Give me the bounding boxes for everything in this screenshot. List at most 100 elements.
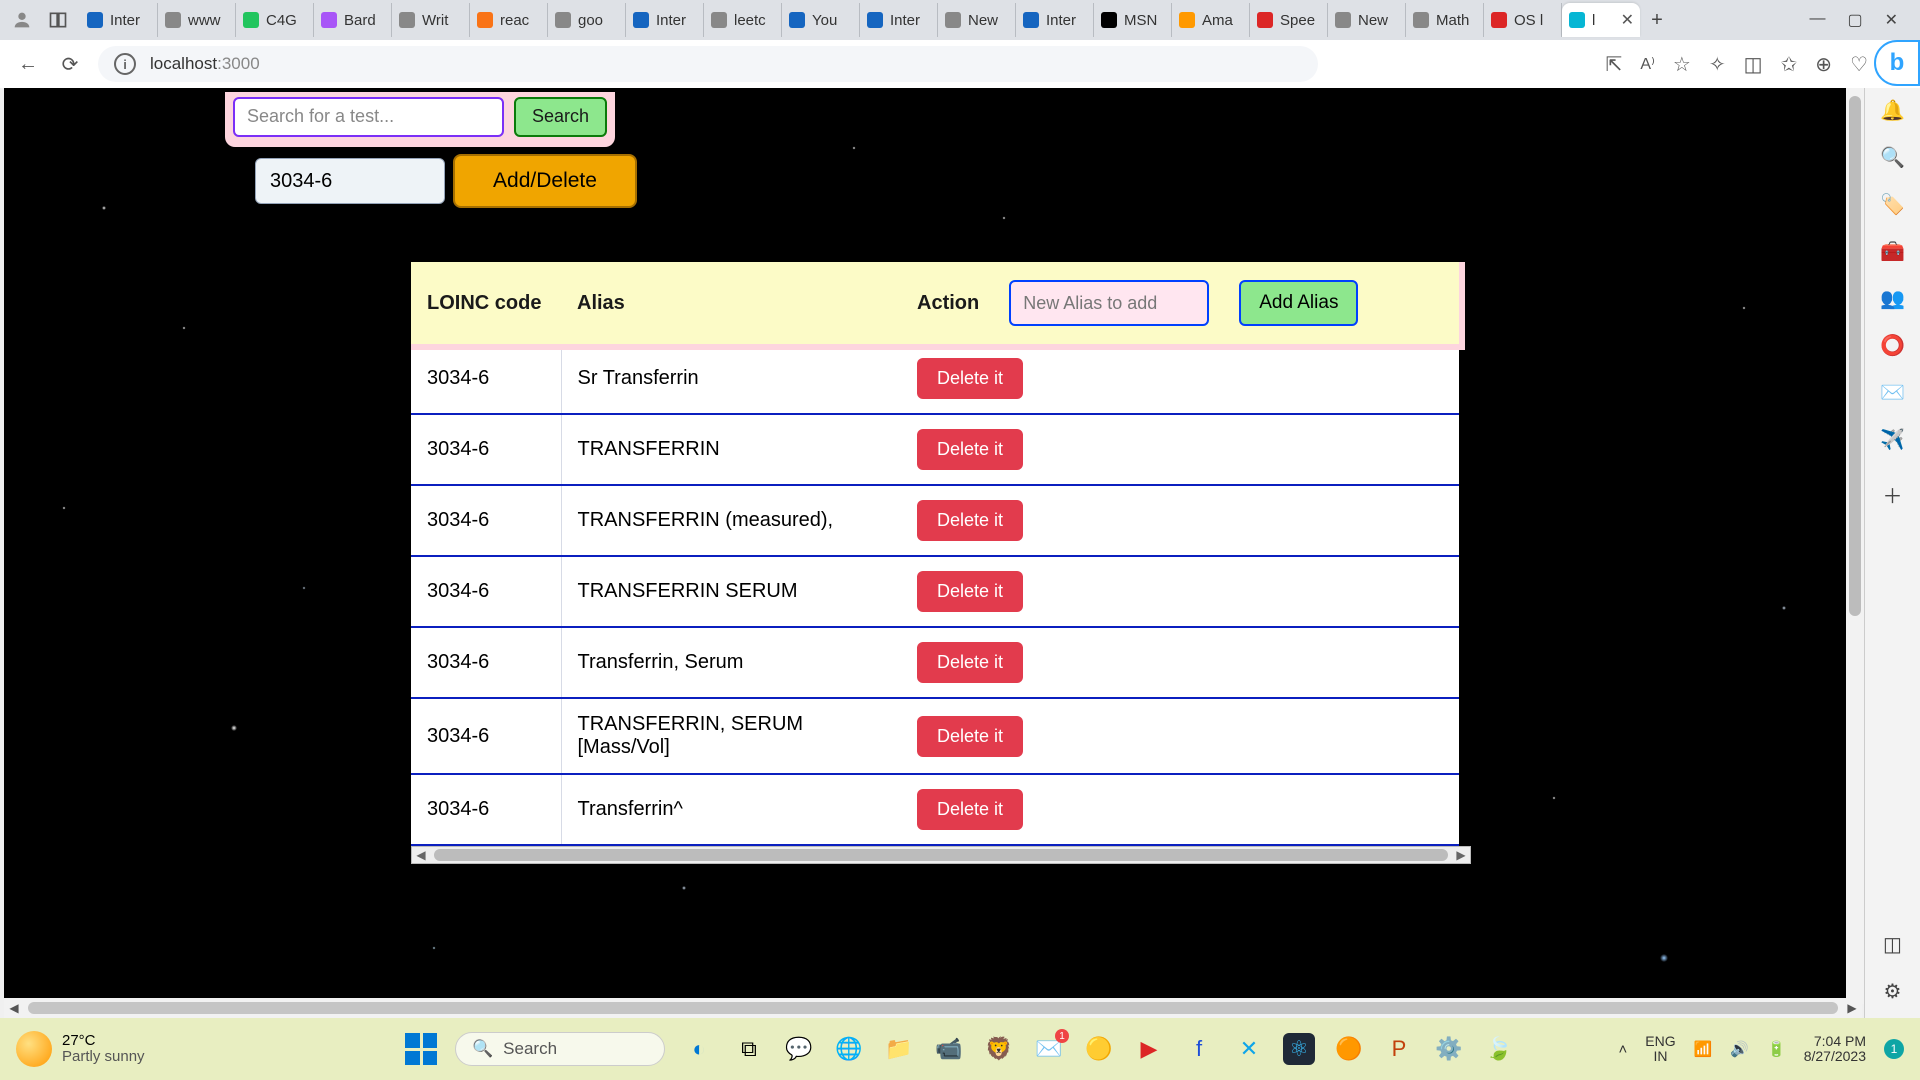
volume-icon[interactable]: 🔊 — [1730, 1040, 1749, 1058]
bing-sidebar-button[interactable]: b — [1874, 40, 1920, 86]
back-icon[interactable]: ← — [14, 50, 42, 78]
refresh-icon[interactable]: ⟳ — [56, 50, 84, 78]
browser-tab[interactable]: New — [1328, 3, 1406, 37]
taskbar-search[interactable]: 🔍 Search — [455, 1032, 665, 1066]
new-tab-button[interactable]: + — [1640, 9, 1674, 32]
add-delete-button[interactable]: Add/Delete — [453, 154, 637, 208]
send-icon[interactable]: ✈️ — [1880, 427, 1905, 452]
browser-tab[interactable]: Inter — [626, 3, 704, 37]
browser-tab[interactable]: New — [938, 3, 1016, 37]
settings-icon[interactable]: ⚙ — [1884, 979, 1902, 1004]
brave-icon[interactable]: 🦁 — [983, 1033, 1015, 1065]
close-window-icon[interactable]: ✕ — [1885, 10, 1898, 30]
extensions-icon[interactable]: ✧ — [1709, 52, 1726, 77]
collections-icon[interactable]: ⊕ — [1815, 52, 1832, 77]
cell-alias: Sr Transferrin — [561, 344, 901, 414]
system-tray: ˄ ENGIN 📶 🔊 🔋 7:04 PM8/27/2023 1 — [1619, 1034, 1904, 1065]
tray-overflow-icon[interactable]: ˄ — [1619, 1041, 1628, 1058]
browser-tab[interactable]: reac — [470, 3, 548, 37]
minimize-icon[interactable]: — — [1809, 10, 1825, 30]
leaf-app-icon[interactable]: 🍃 — [1483, 1033, 1515, 1065]
new-alias-input[interactable] — [1009, 280, 1209, 326]
mail-icon[interactable]: ✉️1 — [1033, 1033, 1065, 1065]
start-button[interactable] — [405, 1033, 437, 1065]
browser-tab[interactable]: Ama — [1172, 3, 1250, 37]
search-button[interactable]: Search — [514, 97, 607, 137]
cell-action: Delete it — [901, 774, 1459, 845]
sidebar-panel-icon[interactable]: ◫ — [1883, 932, 1902, 957]
delete-button[interactable]: Delete it — [917, 358, 1023, 399]
browser-tab[interactable]: www — [158, 3, 236, 37]
profile-icon[interactable] — [8, 6, 36, 34]
delete-button[interactable]: Delete it — [917, 642, 1023, 683]
browser-tab[interactable]: l✕ — [1562, 3, 1640, 37]
powerpoint-icon[interactable]: P — [1383, 1033, 1415, 1065]
edge-icon[interactable]: 🌐 — [833, 1033, 865, 1065]
chat-icon[interactable]: 💬 — [783, 1033, 815, 1065]
browser-tab[interactable]: Inter — [1016, 3, 1094, 37]
browser-tab[interactable]: goo — [548, 3, 626, 37]
taskview-icon[interactable]: ⧉ — [733, 1033, 765, 1065]
page-vertical-scrollbar[interactable] — [1846, 88, 1864, 1004]
delete-button[interactable]: Delete it — [917, 789, 1023, 830]
read-aloud-icon[interactable]: A⁾ — [1640, 54, 1655, 74]
wifi-icon[interactable]: 📶 — [1694, 1040, 1713, 1058]
browser-tab[interactable]: Writ — [392, 3, 470, 37]
tab-actions-icon[interactable] — [44, 6, 72, 34]
tab-favicon-icon — [398, 11, 416, 29]
favorite-icon[interactable]: ☆ — [1673, 52, 1691, 77]
browser-tab[interactable]: Inter — [860, 3, 938, 37]
browser-tab[interactable]: OS l — [1484, 3, 1562, 37]
language-indicator[interactable]: ENGIN — [1645, 1034, 1675, 1065]
tab-favicon-icon — [1022, 11, 1040, 29]
delete-button[interactable]: Delete it — [917, 716, 1023, 757]
add-alias-button[interactable]: Add Alias — [1239, 280, 1358, 326]
delete-button[interactable]: Delete it — [917, 429, 1023, 470]
notifications-icon[interactable]: 🔔 — [1880, 98, 1905, 123]
open-external-icon[interactable]: ⇱ — [1606, 52, 1623, 77]
url-input[interactable]: i localhost:3000 — [98, 46, 1318, 82]
chrome-icon[interactable]: 🟡 — [1083, 1033, 1115, 1065]
browser-tab[interactable]: leetc — [704, 3, 782, 37]
search-input[interactable] — [233, 97, 504, 137]
browser-tab[interactable]: Inter — [80, 3, 158, 37]
add-sidebar-icon[interactable]: ＋ — [1883, 480, 1903, 509]
youtube-icon[interactable]: ▶ — [1133, 1033, 1165, 1065]
outlook-icon[interactable]: ✉️ — [1880, 380, 1905, 405]
maximize-icon[interactable]: ▢ — [1847, 10, 1862, 30]
settings-app-icon[interactable]: ⚙️ — [1433, 1033, 1465, 1065]
tab-close-icon[interactable]: ✕ — [1621, 10, 1634, 30]
explorer-icon[interactable]: 📁 — [883, 1033, 915, 1065]
url-port: :3000 — [217, 54, 260, 74]
page-horizontal-scrollbar[interactable]: ◀▶ — [4, 998, 1862, 1018]
shopping-tag-icon[interactable]: 🏷️ — [1880, 192, 1905, 217]
browser-tab[interactable]: C4G — [236, 3, 314, 37]
browser-tab[interactable]: Spee — [1250, 3, 1328, 37]
browser-tab[interactable]: MSN — [1094, 3, 1172, 37]
weather-widget[interactable]: 27°C Partly sunny — [16, 1031, 145, 1067]
facebook-icon[interactable]: f — [1183, 1033, 1215, 1065]
vscode-icon[interactable]: ✕ — [1233, 1033, 1265, 1065]
delete-button[interactable]: Delete it — [917, 500, 1023, 541]
browser-tab[interactable]: Math — [1406, 3, 1484, 37]
notification-center-icon[interactable]: 1 — [1884, 1039, 1904, 1059]
performance-icon[interactable]: ♡ — [1850, 52, 1868, 77]
battery-icon[interactable]: 🔋 — [1767, 1040, 1786, 1058]
people-icon[interactable]: 👥 — [1880, 286, 1905, 311]
copilot-icon[interactable]: ◐ — [683, 1033, 715, 1065]
clock[interactable]: 7:04 PM8/27/2023 — [1804, 1034, 1866, 1065]
favorites-bar-icon[interactable]: ✩ — [1781, 52, 1798, 77]
meet-icon[interactable]: 📹 — [933, 1033, 965, 1065]
table-horizontal-scrollbar[interactable]: ◀▶ — [411, 846, 1471, 864]
site-info-icon[interactable]: i — [114, 53, 136, 75]
loinc-code-input[interactable] — [255, 158, 445, 204]
chrome-canary-icon[interactable]: 🟠 — [1333, 1033, 1365, 1065]
toolbox-icon[interactable]: 🧰 — [1880, 239, 1905, 264]
split-screen-icon[interactable]: ◫ — [1744, 52, 1763, 77]
delete-button[interactable]: Delete it — [917, 571, 1023, 612]
office-icon[interactable]: ⭕ — [1880, 333, 1905, 358]
search-icon[interactable]: 🔍 — [1880, 145, 1905, 170]
browser-tab[interactable]: You — [782, 3, 860, 37]
react-devtools-icon[interactable]: ⚛ — [1283, 1033, 1315, 1065]
browser-tab[interactable]: Bard — [314, 3, 392, 37]
